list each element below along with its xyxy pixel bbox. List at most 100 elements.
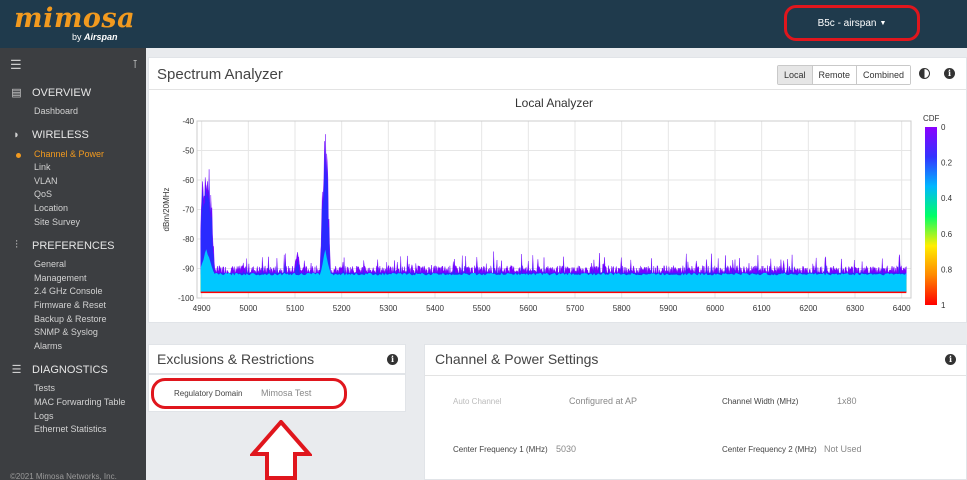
sidebar-item-mac-forwarding-table[interactable]: MAC Forwarding Table (34, 397, 125, 407)
remote-button[interactable]: Remote (812, 66, 858, 84)
sidebar-footer: ©2021 Mimosa Networks, Inc. (10, 472, 117, 480)
sidebar-item-location[interactable]: Location (34, 203, 68, 213)
x-tick-label: 5200 (333, 304, 351, 313)
colorbar-tick-label: 0.2 (941, 159, 953, 168)
active-indicator-dot (16, 152, 21, 158)
sidebar-item-snmp-syslog[interactable]: SNMP & Syslog (34, 327, 98, 337)
hamburger-menu-icon[interactable]: ☰ (10, 58, 22, 72)
heat-base (200, 291, 907, 294)
x-tick-label: 5700 (566, 304, 584, 313)
sidebar-item-logs[interactable]: Logs (34, 411, 54, 421)
x-tick-label: 5300 (379, 304, 397, 313)
channel-power-panel: Channel & Power Settings i Auto Channel … (424, 344, 967, 480)
center-frequency-1-label: Center Frequency 1 (MHz) (453, 445, 548, 454)
heatmap-layer (200, 134, 907, 294)
y-tick-label: -100 (178, 294, 195, 303)
y-tick-label: -80 (182, 235, 194, 244)
colorbar (925, 127, 937, 305)
colorbar-tick-label: 0 (941, 123, 946, 132)
sidebar-tools: ☰ ⊺ (10, 58, 138, 72)
y-tick-label: -60 (182, 176, 194, 185)
exclusions-header: Exclusions & Restrictions i (148, 344, 406, 374)
sidebar-item-firmware-reset[interactable]: Firmware & Reset (34, 300, 106, 310)
x-tick-label: 4900 (193, 304, 211, 313)
sidebar-item-2-4-ghz-console[interactable]: 2.4 GHz Console (34, 286, 103, 296)
sidebar-item-channel-power[interactable]: Channel & Power (34, 149, 104, 159)
sliders-icon: ⫶ (15, 239, 18, 252)
sidebar-item-alarms[interactable]: Alarms (34, 341, 62, 351)
colorbar-tick-label: 0.4 (941, 194, 953, 203)
sidebar-item-ethernet-statistics[interactable]: Ethernet Statistics (34, 424, 107, 434)
sidebar: ☰ ⊺ ©2021 Mimosa Networks, Inc. ▤ OVERVIE… (0, 48, 146, 480)
sidebar-section-wireless[interactable]: ◗ WIRELESS (10, 129, 89, 141)
x-tick-label: 6300 (846, 304, 864, 313)
sidebar-item-management[interactable]: Management (34, 273, 87, 283)
sidebar-item-link[interactable]: Link (34, 162, 51, 172)
y-tick-label: -40 (182, 117, 194, 126)
analyzer-source-toggle: Local Remote Combined (777, 65, 912, 85)
auto-channel-value: Configured at AP (569, 396, 638, 406)
sidebar-item-tests[interactable]: Tests (34, 383, 55, 393)
y-axis-label: dBm/20MHz (162, 187, 171, 231)
spectrum-chart: Local Analyzer -40 -50 -60 -70 -80 -90 -1004900… (162, 96, 953, 313)
x-tick-label: 6100 (753, 304, 771, 313)
channel-width-label: Channel Width (MHz) (722, 397, 799, 406)
x-tick-label: 6000 (706, 304, 724, 313)
x-tick-label: 5400 (426, 304, 444, 313)
center-frequency-2-value: Not Used (824, 444, 862, 454)
sidebar-section-label: PREFERENCES (32, 239, 115, 252)
x-tick-label: 6400 (893, 304, 911, 313)
center-frequency-1-value: 5030 (556, 444, 577, 454)
sidebar-section-label: WIRELESS (32, 128, 89, 141)
local-button[interactable]: Local (778, 66, 813, 84)
sidebar-item-vlan[interactable]: VLAN (34, 176, 58, 186)
x-tick-label: 5100 (286, 304, 304, 313)
sidebar-section-diagnostics[interactable]: ☰ DIAGNOSTICS (10, 363, 108, 377)
exclusions-title: Exclusions & Restrictions (157, 351, 315, 367)
highlight-oval (151, 378, 347, 409)
center-frequency-2-label: Center Frequency 2 (MHz) (722, 445, 817, 454)
device-selector[interactable]: B5c - airspan ▼ (784, 5, 920, 41)
spectrum-analyzer-panel: Spectrum Analyzer Local Remote Combined … (148, 57, 967, 323)
colorbar-tick-label: 0.8 (941, 265, 953, 274)
exclusions-panel: Exclusions & Restrictions i Regulatory D… (148, 344, 406, 480)
divider (425, 375, 966, 376)
info-icon[interactable]: i (945, 354, 956, 365)
x-tick-label: 5800 (613, 304, 631, 313)
spectrum-title: Spectrum Analyzer (157, 66, 283, 83)
caret-down-icon: ▼ (879, 19, 887, 27)
info-icon[interactable]: i (944, 68, 955, 79)
sidebar-section-preferences[interactable]: ⫶ PREFERENCES (10, 239, 115, 252)
x-tick-label: 5900 (659, 304, 677, 313)
auto-channel-label: Auto Channel (453, 397, 502, 406)
channel-power-title: Channel & Power Settings (435, 351, 599, 367)
contrast-icon[interactable] (919, 68, 930, 79)
sidebar-item-dashboard[interactable]: Dashboard (34, 106, 78, 116)
combined-button[interactable]: Combined (857, 66, 911, 84)
sidebar-item-qos[interactable]: QoS (34, 189, 52, 199)
sidebar-section-overview[interactable]: ▤ OVERVIEW (10, 86, 92, 100)
wifi-icon: ◗ (13, 128, 20, 141)
sidebar-item-general[interactable]: General (34, 259, 66, 269)
list-icon: ☰ (11, 364, 22, 377)
y-tick-label: -50 (182, 147, 194, 156)
logo-byline: by Airspan (72, 32, 118, 42)
x-tick-label: 5000 (239, 304, 257, 313)
device-label: B5c - airspan (817, 17, 877, 29)
colorbar-title: CDF (923, 114, 940, 123)
sidebar-item-site-survey[interactable]: Site Survey (34, 217, 80, 227)
x-tick-label: 5500 (473, 304, 491, 313)
up-arrow-icon (250, 420, 312, 480)
sidebar-section-label: OVERVIEW (32, 86, 92, 99)
channel-width-value: 1x80 (837, 396, 857, 406)
logo-wordmark: mimosa (14, 3, 136, 34)
mimosa-logo[interactable]: mimosa by Airspan (14, 3, 136, 43)
colorbar-tick-label: 1 (941, 301, 946, 310)
sidebar-section-label: DIAGNOSTICS (32, 363, 108, 376)
document-icon: ▤ (11, 87, 22, 99)
info-icon[interactable]: i (387, 354, 398, 365)
pin-icon[interactable]: ⊺ (132, 58, 138, 71)
sidebar-item-backup-restore[interactable]: Backup & Restore (34, 314, 107, 324)
y-tick-label: -90 (182, 265, 194, 274)
x-tick-label: 5600 (519, 304, 537, 313)
